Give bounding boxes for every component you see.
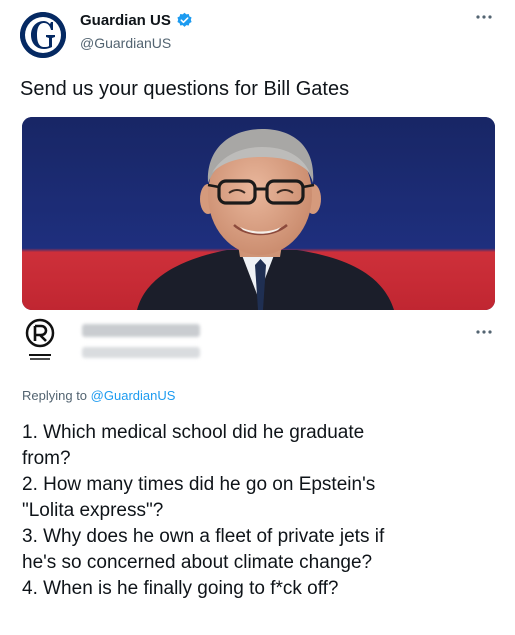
reply-author-handle-blurred [82,347,200,358]
reply-avatar-icon[interactable] [22,317,58,363]
author-name[interactable]: Guardian US [80,12,171,29]
reply-line: 3. Why does he own a fleet of private je… [22,526,385,547]
reply-line: 1. Which medical school did he graduate [22,422,365,443]
tweet-text: Send us your questions for Bill Gates [20,78,350,100]
reply-author-name-blurred [82,324,200,337]
tweet-photo[interactable] [22,117,495,310]
replying-mention-link[interactable]: @GuardianUS [91,388,176,403]
reply-line: 2. How many times did he go on Epstein's [22,474,376,495]
reply-line: he's so concerned about climate change? [22,552,373,573]
reply-line: "Lolita express"? [22,500,164,521]
more-options-icon[interactable] [475,14,493,20]
replying-to: Replying to @GuardianUS [22,388,175,403]
verified-badge-icon [177,12,192,27]
more-options-icon[interactable] [475,329,493,335]
original-tweet: Guardian US @GuardianUS Send us your que… [0,0,515,310]
photo-of-man-smiling [22,117,495,310]
guardian-logo-icon[interactable] [20,12,66,58]
reply-text: 1. Which medical school did he graduate … [22,420,502,602]
replying-label: Replying to [22,388,88,403]
reply-line: from? [22,448,71,469]
author-handle[interactable]: @GuardianUS [80,35,171,51]
reply-line: 4. When is he finally going to f*ck off? [22,578,339,599]
